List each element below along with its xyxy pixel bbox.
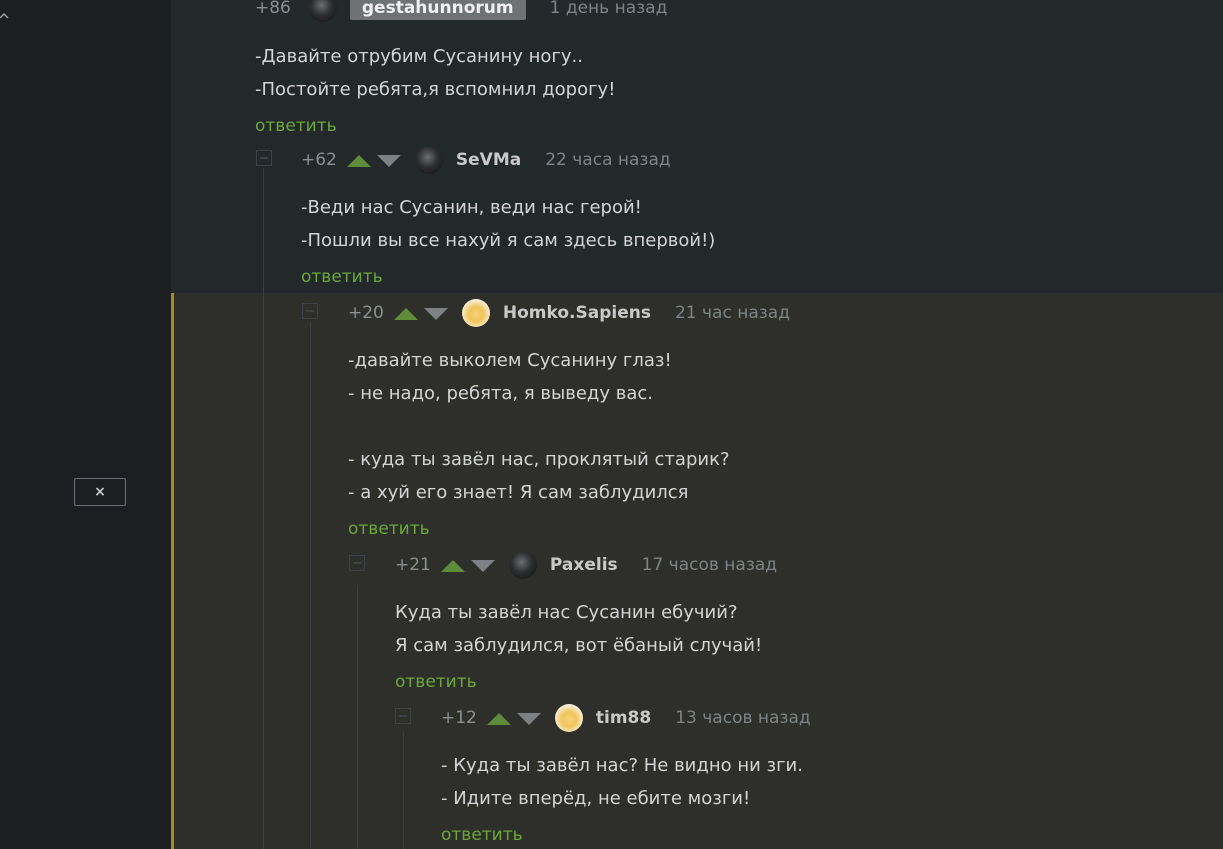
comment-body: -Веди нас Сусанин, веди нас герой! -Пошл… (301, 191, 715, 257)
avatar[interactable] (308, 0, 337, 22)
thread-line[interactable] (263, 168, 264, 849)
comment-text: -давайте выколем Сусанину глаз! (348, 350, 672, 371)
vote-down-icon[interactable] (423, 306, 448, 320)
comment-time[interactable]: 21 час назад (675, 303, 790, 323)
comment-header: +86 gestahunnorum 1 день назад (255, 0, 668, 22)
comment-time[interactable]: 13 часов назад (675, 708, 810, 728)
reply-link[interactable]: ответить (395, 670, 477, 694)
comment: +86 gestahunnorum 1 день назад -Давайте … (255, 0, 667, 138)
comment-author[interactable]: SeVMa (456, 150, 521, 170)
comment-text: - куда ты завёл нас, проклятый старик? (348, 449, 730, 470)
comment-author[interactable]: tim88 (596, 708, 651, 728)
comment-text: -Веди нас Сусанин, веди нас герой! (301, 197, 642, 218)
reply-link[interactable]: ответить (255, 114, 337, 138)
avatar[interactable] (414, 146, 443, 174)
comment-rating: +20 (348, 303, 384, 323)
comment-author[interactable]: Homko.Sapiens (503, 303, 651, 323)
close-button[interactable]: × (74, 478, 126, 506)
collapse-toggle[interactable] (256, 150, 272, 166)
reply-link[interactable]: ответить (301, 265, 383, 289)
comment-author[interactable]: Paxelis (550, 555, 618, 575)
comment-text: - Куда ты завёл нас? Не видно ни зги. (441, 755, 803, 776)
comment-time[interactable]: 1 день назад (550, 0, 668, 18)
thread-line[interactable] (357, 585, 358, 849)
comment-text: -Пошли вы все нахуй я сам здесь впервой!… (301, 230, 716, 251)
comment: +62 SeVMa 22 часа назад -Веди нас Сусани… (301, 146, 715, 289)
reply-link[interactable]: ответить (348, 517, 430, 541)
comment-body: Куда ты завёл нас Сусанин ебучий? Я сам … (395, 596, 777, 662)
comment-text: - а хуй его знает! Я сам заблудился (348, 482, 689, 503)
vote-down-icon[interactable] (376, 153, 401, 167)
comment: +20 Homko.Sapiens 21 час назад -давайте … (348, 299, 790, 541)
comment-header: +21 Paxelis 17 часов назад (395, 551, 777, 579)
comment-body: - Куда ты завёл нас? Не видно ни зги. - … (441, 749, 811, 815)
comment-time[interactable]: 17 часов назад (642, 555, 777, 575)
comment-header: +62 SeVMa 22 часа назад (301, 146, 715, 174)
avatar[interactable] (461, 299, 490, 327)
comment-text: Куда ты завёл нас Сусанин ебучий? (395, 602, 738, 623)
comment-text: - Идите вперёд, не ебите мозги! (441, 788, 751, 809)
vote-down-icon[interactable] (470, 558, 495, 572)
collapse-toggle[interactable] (395, 708, 411, 724)
comments-area: +86 gestahunnorum 1 день назад -Давайте … (171, 0, 1223, 849)
comment-author[interactable]: gestahunnorum (349, 0, 526, 20)
comment-time[interactable]: 22 часа назад (545, 150, 670, 170)
left-sidebar: × (0, 0, 171, 849)
comment-header: +20 Homko.Sapiens 21 час назад (348, 299, 790, 327)
comment-rating: +86 (255, 0, 291, 18)
comment-text: - не надо, ребята, я выведу вас. (348, 383, 653, 404)
vote-up-icon[interactable] (486, 711, 511, 725)
comment-text (348, 410, 790, 443)
scroll-up-icon[interactable] (0, 4, 12, 24)
comment-text: Я сам заблудился, вот ёбаный случай! (395, 635, 763, 656)
comment-text: -Давайте отрубим Сусанину ногу.. (255, 46, 583, 67)
comment-rating: +12 (441, 708, 477, 728)
vote-up-icon[interactable] (393, 306, 418, 320)
thread-line[interactable] (403, 732, 404, 849)
comment-body: -давайте выколем Сусанину глаз! - не над… (348, 344, 790, 509)
comment: +12 tim88 13 часов назад - Куда ты завёл… (441, 704, 811, 847)
thread-line[interactable] (310, 322, 311, 849)
comment-text: -Постойте ребята,я вспомнил дорогу! (255, 79, 616, 100)
vote-down-icon[interactable] (516, 711, 541, 725)
comment-header: +12 tim88 13 часов назад (441, 704, 811, 732)
avatar[interactable] (508, 551, 537, 579)
comment-rating: +62 (301, 150, 337, 170)
comment-rating: +21 (395, 555, 431, 575)
reply-link[interactable]: ответить (441, 823, 523, 847)
avatar[interactable] (554, 704, 583, 732)
comment-body: -Давайте отрубим Сусанину ногу.. -Постой… (255, 40, 667, 106)
collapse-toggle[interactable] (349, 555, 365, 571)
highlight-bar (171, 293, 174, 849)
comment: +21 Paxelis 17 часов назад Куда ты завёл… (395, 551, 777, 694)
collapse-toggle[interactable] (302, 303, 318, 319)
vote-up-icon[interactable] (346, 153, 371, 167)
vote-up-icon[interactable] (440, 558, 465, 572)
